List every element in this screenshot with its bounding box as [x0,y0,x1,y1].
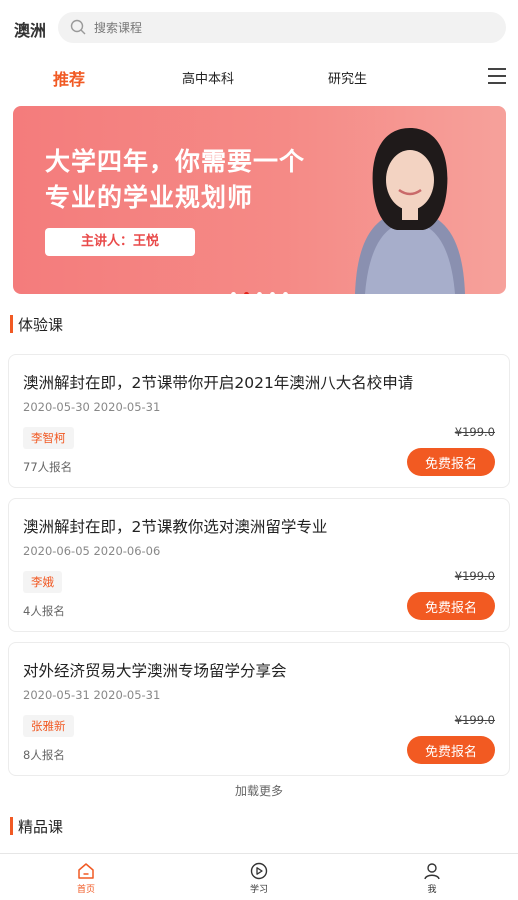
carousel-dot-active[interactable] [244,292,249,294]
section-title: 体验课 [18,316,64,334]
free-signup-button[interactable]: 免费报名 [407,592,495,620]
menu-icon[interactable] [488,68,508,86]
city-selector[interactable]: 澳洲 [14,17,46,41]
header: 澳洲 [0,0,518,56]
free-signup-button[interactable]: 免费报名 [407,448,495,476]
category-tabs: 推荐 高中本科 研究生 [0,56,518,100]
course-dates: 2020-06-05 2020-06-06 [23,544,161,558]
tab-highschool-undergrad[interactable]: 高中本科 [182,68,234,87]
banner-title-line1: 大学四年，你需要一个 [45,147,306,176]
carousel-dot[interactable] [283,292,288,294]
banner-title-line2: 专业的学业规划师 [45,183,254,212]
course-title[interactable]: 澳洲解封在即，2节课教你选对澳洲留学专业 [23,515,327,537]
section-marker [10,817,13,835]
nav-label: 学习 [249,885,268,895]
course-title[interactable]: 对外经济贸易大学澳洲专场留学分享会 [23,659,287,681]
tab-graduate[interactable]: 研究生 [328,68,367,87]
play-icon [250,862,268,880]
banner-lecturer: 主讲人：王悦 [45,228,195,256]
teacher-tag: 张雅新 [23,715,74,737]
promo-banner[interactable]: 大学四年，你需要一个 专业的学业规划师 主讲人：王悦 [13,106,506,294]
course-card[interactable]: 澳洲解封在即，2节课带你开启2021年澳洲八大名校申请 2020-05-30 2… [8,354,510,488]
enroll-count: 8人报名 [23,748,65,762]
tab-recommend[interactable]: 推荐 [53,66,85,90]
original-price: ¥199.0 [454,569,495,583]
course-dates: 2020-05-31 2020-05-31 [23,688,161,702]
original-price: ¥199.0 [454,713,495,727]
carousel-dots [231,282,301,294]
bottom-nav: 首页 学习 我 [0,853,518,900]
load-more-link[interactable]: 加载更多 [0,782,518,799]
search-icon [70,19,86,35]
user-icon [424,863,440,880]
carousel-dot[interactable] [257,292,262,294]
course-title[interactable]: 澳洲解封在即，2节课带你开启2021年澳洲八大名校申请 [23,371,413,393]
search-input[interactable] [94,16,484,39]
nav-study[interactable]: 学习 [209,854,309,900]
section-marker [10,315,13,333]
enroll-count: 4人报名 [23,604,65,618]
search-bar[interactable] [58,12,506,43]
carousel-dot[interactable] [270,292,275,294]
course-dates: 2020-05-30 2020-05-31 [23,400,161,414]
nav-label: 我 [427,885,437,895]
lecturer-photo [355,128,465,294]
carousel-dot[interactable] [231,292,236,294]
enroll-count: 77人报名 [23,460,73,474]
nav-label: 首页 [76,885,95,895]
course-card[interactable]: 澳洲解封在即，2节课教你选对澳洲留学专业 2020-06-05 2020-06-… [8,498,510,632]
nav-home[interactable]: 首页 [36,854,136,900]
teacher-tag: 李智柯 [23,427,74,449]
nav-me[interactable]: 我 [382,854,482,900]
original-price: ¥199.0 [454,425,495,439]
section-title: 精品课 [18,818,64,836]
free-signup-button[interactable]: 免费报名 [407,736,495,764]
teacher-tag: 李娥 [23,571,62,593]
course-card[interactable]: 对外经济贸易大学澳洲专场留学分享会 2020-05-31 2020-05-31 … [8,642,510,776]
home-icon [78,863,94,879]
